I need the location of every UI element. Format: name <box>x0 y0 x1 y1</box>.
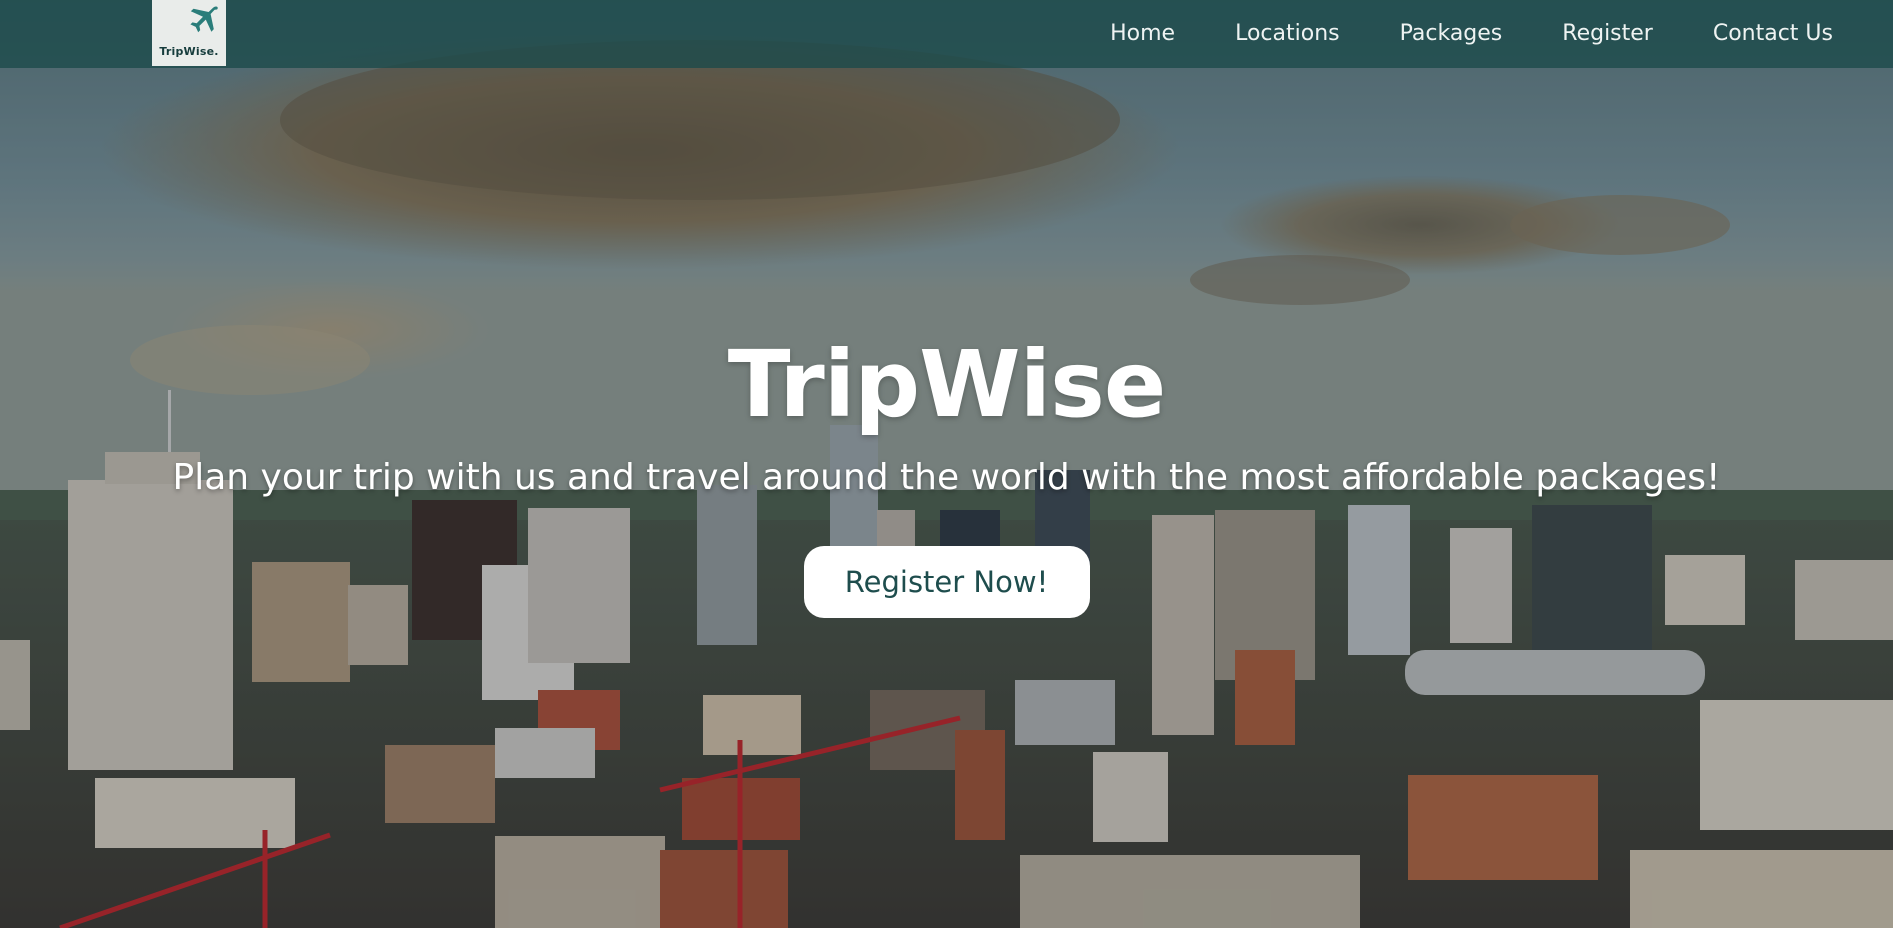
nav-link-home[interactable]: Home <box>1110 21 1175 46</box>
register-now-button[interactable]: Register Now! <box>803 546 1090 618</box>
nav-link-register[interactable]: Register <box>1562 21 1653 46</box>
logo-text: TripWise. <box>159 45 219 58</box>
nav-link-locations[interactable]: Locations <box>1235 21 1340 46</box>
nav-link-packages[interactable]: Packages <box>1400 21 1503 46</box>
hero-section: TripWise Plan your trip with us and trav… <box>0 330 1893 618</box>
nav-links: Home Locations Packages Register Contact… <box>1050 0 1833 66</box>
page: TripWise. Home Locations Packages Regist… <box>0 0 1893 928</box>
nav-link-contact-us[interactable]: Contact Us <box>1713 21 1833 46</box>
hero-tagline: Plan your trip with us and travel around… <box>172 457 1721 498</box>
airplane-icon <box>190 6 218 33</box>
brand-logo[interactable]: TripWise. <box>152 0 226 66</box>
hero-title: TripWise <box>727 331 1167 438</box>
top-navbar: TripWise. Home Locations Packages Regist… <box>0 0 1893 68</box>
